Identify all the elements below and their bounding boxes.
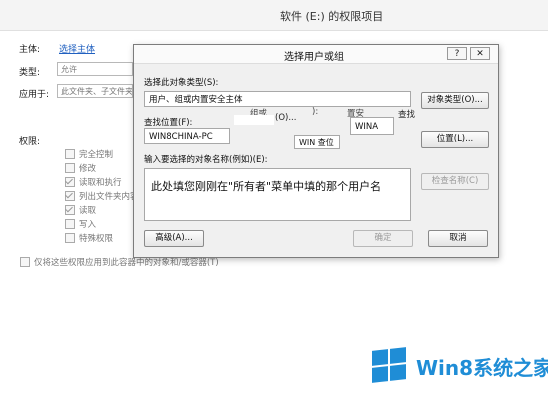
permission-list-folder[interactable]: 列出文件夹内容 [65, 189, 133, 203]
permission-special[interactable]: 特殊权限 [65, 231, 133, 245]
permission-modify[interactable]: 修改 [65, 161, 133, 175]
select-users-dialog: 选择用户或组 ? ✕ 选择此对象类型(S): 用户、组或内置安全主体 对象类型(… [133, 44, 499, 258]
ghost-text: 查找 [398, 110, 416, 120]
permission-checkbox[interactable] [65, 219, 75, 229]
object-type-label: 选择此对象类型(S): [144, 78, 219, 88]
window-title: 软件 (E:) 的权限项目 [280, 10, 384, 23]
check-names-button[interactable]: 检查名称(C) [421, 173, 489, 190]
applies-to-select[interactable]: 此文件夹、子文件夹和文件 [57, 84, 133, 98]
cancel-button[interactable]: 取消 [428, 230, 488, 247]
apply-only-checkbox[interactable] [20, 257, 30, 267]
advanced-button[interactable]: 高级(A)... [144, 230, 204, 247]
object-names-label: 输入要选择的对象名称(例如)(E): [144, 155, 268, 165]
permission-checkbox[interactable] [65, 163, 75, 173]
principal-label: 主体: [19, 45, 41, 55]
ghost-patch [234, 115, 274, 125]
windows-logo-icon [372, 347, 408, 383]
permission-write[interactable]: 写入 [65, 217, 133, 231]
permissions-list: 完全控制 修改 读取和执行 列出文件夹内容 读取 写入 特殊权限 [65, 147, 133, 245]
help-button[interactable]: ? [447, 47, 467, 60]
ghost-text: (O)... [275, 113, 297, 123]
ghost-text: ): [312, 107, 319, 117]
select-principal-link[interactable]: 选择主体 [59, 42, 95, 55]
permissions-label: 权限: [19, 137, 41, 147]
permission-checkbox[interactable] [65, 233, 75, 243]
permission-read-execute[interactable]: 读取和执行 [65, 175, 133, 189]
dialog-title: 选择用户或组 [284, 52, 344, 63]
close-button[interactable]: ✕ [470, 47, 490, 60]
site-logo-text: Win8系统之家 [416, 356, 548, 380]
locations-button[interactable]: 位置(L)... [421, 131, 489, 148]
type-select[interactable]: 允许 [57, 62, 133, 76]
object-names-input[interactable]: 此处填您刚刚在"所有者"菜单中填的那个用户名 [144, 168, 411, 221]
type-label: 类型: [19, 68, 41, 78]
applies-to-label: 应用于: [19, 90, 50, 100]
window-titlebar: 软件 (E:) 的权限项目 [0, 0, 548, 31]
location-field: WIN8CHINA-PC [144, 128, 230, 144]
permission-full-control[interactable]: 完全控制 [65, 147, 133, 161]
permission-checkbox[interactable] [65, 191, 75, 201]
permission-checkbox[interactable] [65, 177, 75, 187]
ok-button[interactable]: 确定 [353, 230, 413, 247]
ghost-text: WIN 查位 [294, 135, 340, 149]
dialog-titlebar: 选择用户或组 ? ✕ [134, 45, 498, 64]
ghost-text: WINA [350, 117, 394, 135]
permission-read[interactable]: 读取 [65, 203, 133, 217]
permission-checkbox[interactable] [65, 149, 75, 159]
permission-checkbox[interactable] [65, 205, 75, 215]
object-types-button[interactable]: 对象类型(O)... [421, 92, 489, 109]
object-type-field: 用户、组或内置安全主体 [144, 91, 411, 107]
location-label: 查找位置(F): [144, 118, 193, 128]
